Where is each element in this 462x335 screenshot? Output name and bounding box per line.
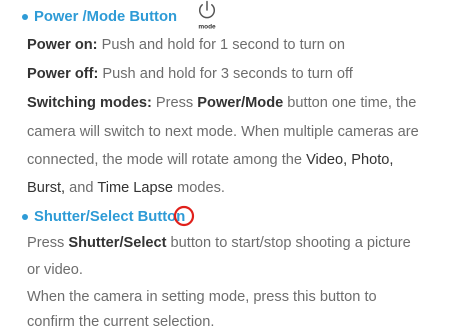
switch-modes-label: Switching modes: xyxy=(27,95,152,111)
power-off-text: Push and hold for 3 seconds to turn off xyxy=(98,66,353,82)
switch-line-3-text: connected, the mode will rotate among th… xyxy=(27,152,307,168)
switch-line-4-mid: and xyxy=(65,180,98,196)
bullet-icon xyxy=(22,214,28,220)
bullet-icon xyxy=(22,14,28,20)
shutter-line-3: When the camera in setting mode, press t… xyxy=(27,284,377,310)
power-off-label: Power off: xyxy=(27,66,99,82)
shutter-line-1: Press Shutter/Select button to start/sto… xyxy=(27,230,411,256)
mode-timelapse: Time Lapse xyxy=(97,180,174,196)
mode-video-photo: Video, Photo, xyxy=(306,152,394,168)
switch-button-name: Power/Mode xyxy=(197,95,284,111)
power-on-label: Power on: xyxy=(27,37,98,53)
shutter-line-3-text: When the camera in setting mode, press t… xyxy=(27,289,377,305)
power-mode-heading-row: Power /Mode Button xyxy=(22,5,177,29)
mode-burst: Burst, xyxy=(27,180,66,196)
shutter-line-4: confirm the current selection. xyxy=(27,309,214,335)
shutter-line-2-text: or video. xyxy=(27,262,83,278)
power-mode-heading: Power /Mode Button xyxy=(34,9,178,25)
shutter-line-1-a: Press xyxy=(27,235,69,251)
shutter-button-name: Shutter/Select xyxy=(68,235,167,251)
power-off-line: Power off: Push and hold for 3 seconds t… xyxy=(27,61,353,87)
switch-text-1: Press xyxy=(151,95,198,111)
shutter-line-2: or video. xyxy=(27,257,83,283)
shutter-circle-icon xyxy=(173,205,195,227)
shutter-line-4-text: confirm the current selection. xyxy=(27,314,215,330)
shutter-line-1-b: button to start/stop shooting a picture xyxy=(166,235,411,251)
switch-line-4: Burst, and Time Lapse modes. xyxy=(27,175,225,201)
power-on-line: Power on: Push and hold for 1 second to … xyxy=(27,32,345,58)
shutter-heading: Shutter/Select Button xyxy=(34,209,186,225)
power-icon-label: mode xyxy=(198,24,216,31)
switch-line-2: camera will switch to next mode. When mu… xyxy=(27,119,419,145)
power-icon: mode xyxy=(198,0,216,31)
switch-line-4-end: modes. xyxy=(173,180,225,196)
switch-text-2: button one time, the xyxy=(283,95,417,111)
power-on-text: Push and hold for 1 second to turn on xyxy=(97,37,345,53)
switch-line-3: connected, the mode will rotate among th… xyxy=(27,147,393,173)
shutter-heading-row: Shutter/Select Button xyxy=(22,205,185,229)
switch-line-2-text: camera will switch to next mode. When mu… xyxy=(27,124,419,140)
switch-line-1: Switching modes: Press Power/Mode button… xyxy=(27,90,416,116)
